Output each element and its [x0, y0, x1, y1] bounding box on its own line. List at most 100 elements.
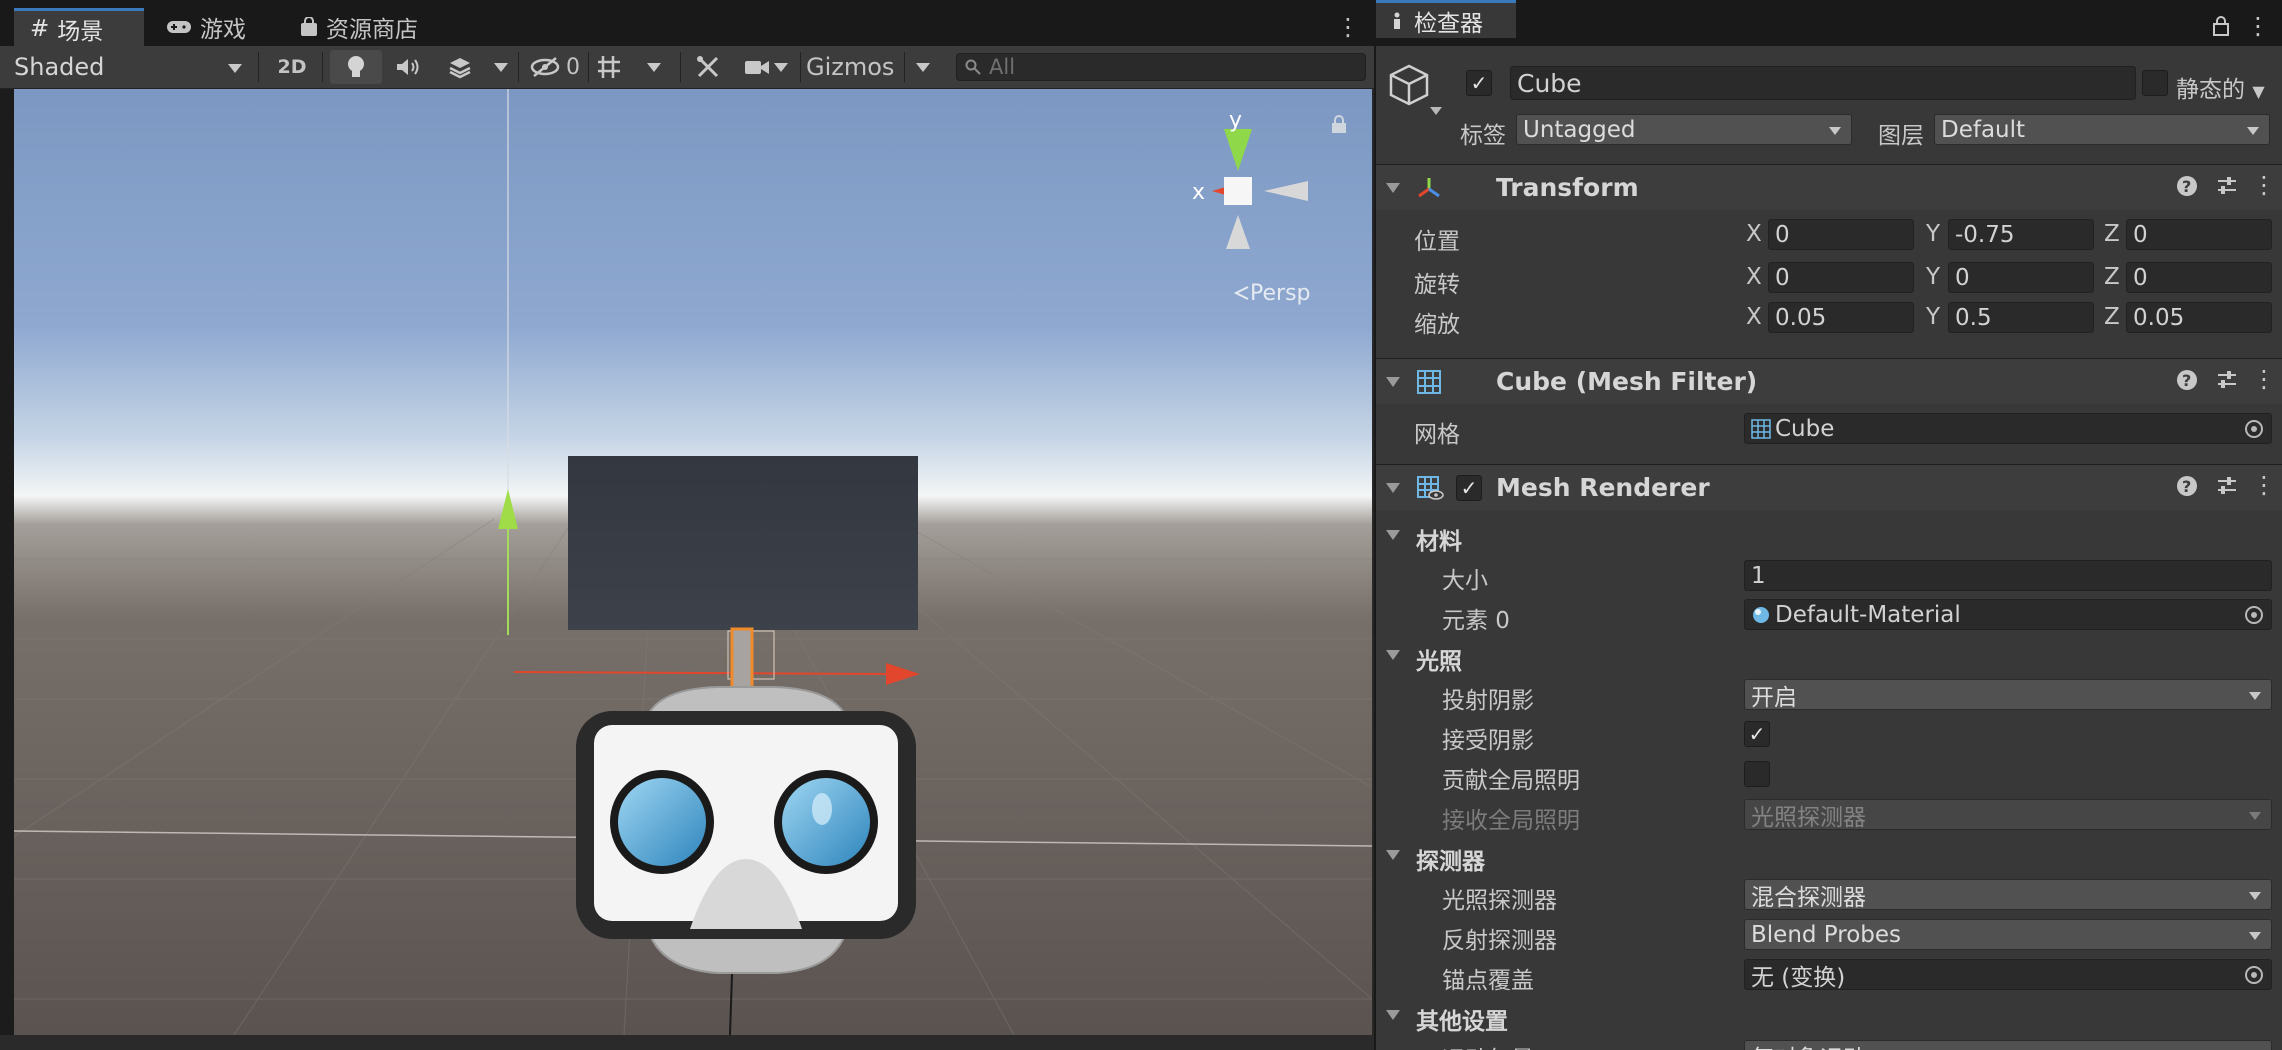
- mesh-filter-header[interactable]: Cube (Mesh Filter) ? ⋮: [1376, 358, 2282, 404]
- help-icon[interactable]: ?: [2176, 175, 2198, 197]
- presets-icon[interactable]: [2216, 175, 2238, 197]
- cast-shadows-dropdown[interactable]: 开启: [1744, 679, 2272, 711]
- reflection-probes-value: Blend Probes: [1751, 921, 1902, 948]
- toggle-2d-button[interactable]: 2D: [266, 50, 318, 84]
- scale-y-field[interactable]: 0.5: [1948, 302, 2094, 333]
- transform-header[interactable]: Transform ? ⋮: [1376, 164, 2282, 210]
- effects-dropdown-button[interactable]: [490, 50, 512, 84]
- rotation-y-field[interactable]: 0: [1948, 262, 2094, 293]
- receive-gi-value: 光照探测器: [1751, 804, 1866, 831]
- backdrop-panel[interactable]: [568, 456, 918, 630]
- tab-inspector[interactable]: 检查器: [1376, 0, 1516, 38]
- receive-shadows-checkbox[interactable]: ✓: [1744, 721, 1770, 747]
- tools-button[interactable]: [688, 50, 728, 84]
- position-x-field[interactable]: 0: [1768, 219, 1914, 250]
- position-x-axis: X: [1746, 221, 1762, 247]
- foldout-arrow-icon[interactable]: [1386, 183, 1400, 193]
- projection-label[interactable]: Persp: [1250, 281, 1311, 306]
- motion-vectors-dropdown[interactable]: 每对象运动: [1744, 1040, 2272, 1050]
- object-picker-icon[interactable]: [2245, 420, 2263, 438]
- contribute-gi-checkbox[interactable]: [1744, 761, 1770, 787]
- grid-dropdown-button[interactable]: [640, 50, 668, 84]
- tab-scene[interactable]: # 场景: [14, 8, 144, 46]
- mesh-renderer-enabled-checkbox[interactable]: ✓: [1456, 475, 1482, 501]
- presets-icon[interactable]: [2216, 475, 2238, 497]
- foldout-arrow-icon[interactable]: [1386, 377, 1400, 387]
- mesh-object-field[interactable]: Cube: [1744, 413, 2272, 444]
- more-menu-icon[interactable]: ⋮: [1336, 14, 1360, 40]
- effects-toggle-button[interactable]: [432, 50, 488, 84]
- mesh-renderer-title: Mesh Renderer: [1496, 473, 1710, 502]
- chevron-down-icon[interactable]: [1430, 107, 1442, 115]
- mesh-value: Cube: [1775, 415, 1835, 442]
- rotation-x-value: 0: [1775, 264, 1790, 291]
- shading-mode-dropdown[interactable]: Shaded: [14, 50, 250, 84]
- scale-z-field[interactable]: 0.05: [2126, 302, 2272, 333]
- other-settings-section-label[interactable]: 其他设置: [1416, 1002, 1508, 1036]
- rotation-z-axis: Z: [2104, 264, 2120, 290]
- reflection-probes-dropdown[interactable]: Blend Probes: [1744, 919, 2272, 950]
- component-menu-icon[interactable]: ⋮: [2252, 471, 2276, 499]
- tab-inspector-label: 检查器: [1414, 10, 1483, 37]
- scale-y-value: 0.5: [1955, 304, 1992, 331]
- presets-icon[interactable]: [2216, 369, 2238, 391]
- grid-toggle-button[interactable]: [592, 50, 628, 84]
- tag-dropdown[interactable]: Untagged: [1516, 114, 1852, 145]
- position-z-field[interactable]: 0: [2126, 219, 2272, 250]
- static-dropdown[interactable]: 静态的 ▼: [2176, 70, 2265, 104]
- rotation-x-field[interactable]: 0: [1768, 262, 1914, 293]
- foldout-arrow-icon[interactable]: [1386, 483, 1400, 493]
- lighting-toggle-button[interactable]: [330, 50, 382, 84]
- rotation-z-field[interactable]: 0: [2126, 262, 2272, 293]
- audio-toggle-button[interactable]: [386, 50, 430, 84]
- object-active-checkbox[interactable]: ✓: [1466, 70, 1492, 96]
- component-menu-icon[interactable]: ⋮: [2252, 171, 2276, 199]
- light-probes-dropdown[interactable]: 混合探测器: [1744, 879, 2272, 911]
- rotation-x-axis: X: [1746, 264, 1762, 290]
- help-icon[interactable]: ?: [2176, 369, 2198, 391]
- hidden-count: 0: [566, 54, 580, 80]
- more-menu-icon[interactable]: ⋮: [2246, 12, 2270, 40]
- other-settings-foldout-icon[interactable]: [1386, 1010, 1400, 1020]
- materials-section-label[interactable]: 材料: [1416, 522, 1462, 556]
- component-menu-icon[interactable]: ⋮: [2252, 365, 2276, 393]
- static-checkbox[interactable]: [2142, 70, 2168, 96]
- receive-shadows-label: 接受阴影: [1442, 728, 1534, 754]
- object-picker-icon[interactable]: [2245, 966, 2263, 984]
- cast-shadows-label: 投射阴影: [1442, 688, 1534, 714]
- scene-viewport[interactable]: y x Persp: [14, 89, 1372, 1035]
- tab-asset-store[interactable]: 资源商店: [284, 8, 454, 46]
- scale-x-field[interactable]: 0.05: [1768, 302, 1914, 333]
- materials-size-field[interactable]: 1: [1744, 560, 2272, 591]
- inspector-panel: 检查器 ⋮ ✓ Cube 静态的 ▼ 标签 Untagged 图层 Defaul…: [1376, 0, 2282, 1050]
- camera-settings-button[interactable]: [738, 50, 794, 84]
- cube-object-icon: [1386, 62, 1432, 108]
- layer-dropdown[interactable]: Default: [1934, 114, 2270, 145]
- chevron-down-icon: [916, 62, 930, 72]
- gizmos-button[interactable]: Gizmos: [806, 50, 902, 84]
- anchor-override-field[interactable]: 无 (变换): [1744, 959, 2272, 990]
- scene-search-field[interactable]: All: [956, 53, 1366, 81]
- hidden-objects-toggle[interactable]: 0: [526, 50, 584, 84]
- object-picker-icon[interactable]: [2245, 606, 2263, 624]
- mesh-filter-title: Cube (Mesh Filter): [1496, 367, 1758, 396]
- rotation-z-value: 0: [2133, 264, 2148, 291]
- lighting-section-label[interactable]: 光照: [1416, 642, 1462, 676]
- position-y-field[interactable]: -0.75: [1948, 219, 2094, 250]
- help-icon[interactable]: ?: [2176, 475, 2198, 497]
- element0-material-field[interactable]: Default-Material: [1744, 599, 2272, 630]
- lighting-foldout-icon[interactable]: [1386, 650, 1400, 660]
- scene-window: # 场景 游戏 资源商店 ⋮ Shaded 2D 0 Gizmos All y …: [0, 0, 1374, 1050]
- lock-icon[interactable]: [2212, 16, 2230, 36]
- scene-view-canvas[interactable]: y x Persp: [14, 89, 1372, 1035]
- tab-game[interactable]: 游戏: [150, 8, 280, 46]
- object-name-field[interactable]: Cube: [1510, 66, 2136, 100]
- gizmo-center-cube[interactable]: [1224, 177, 1252, 205]
- mesh-renderer-header[interactable]: ✓ Mesh Renderer ? ⋮: [1376, 464, 2282, 510]
- gizmos-dropdown-button[interactable]: [910, 50, 936, 84]
- materials-foldout-icon[interactable]: [1386, 530, 1400, 540]
- probes-foldout-icon[interactable]: [1386, 850, 1400, 860]
- layer-value: Default: [1941, 116, 2026, 143]
- probes-section-label[interactable]: 探测器: [1416, 842, 1485, 876]
- layers-icon: [449, 58, 471, 79]
